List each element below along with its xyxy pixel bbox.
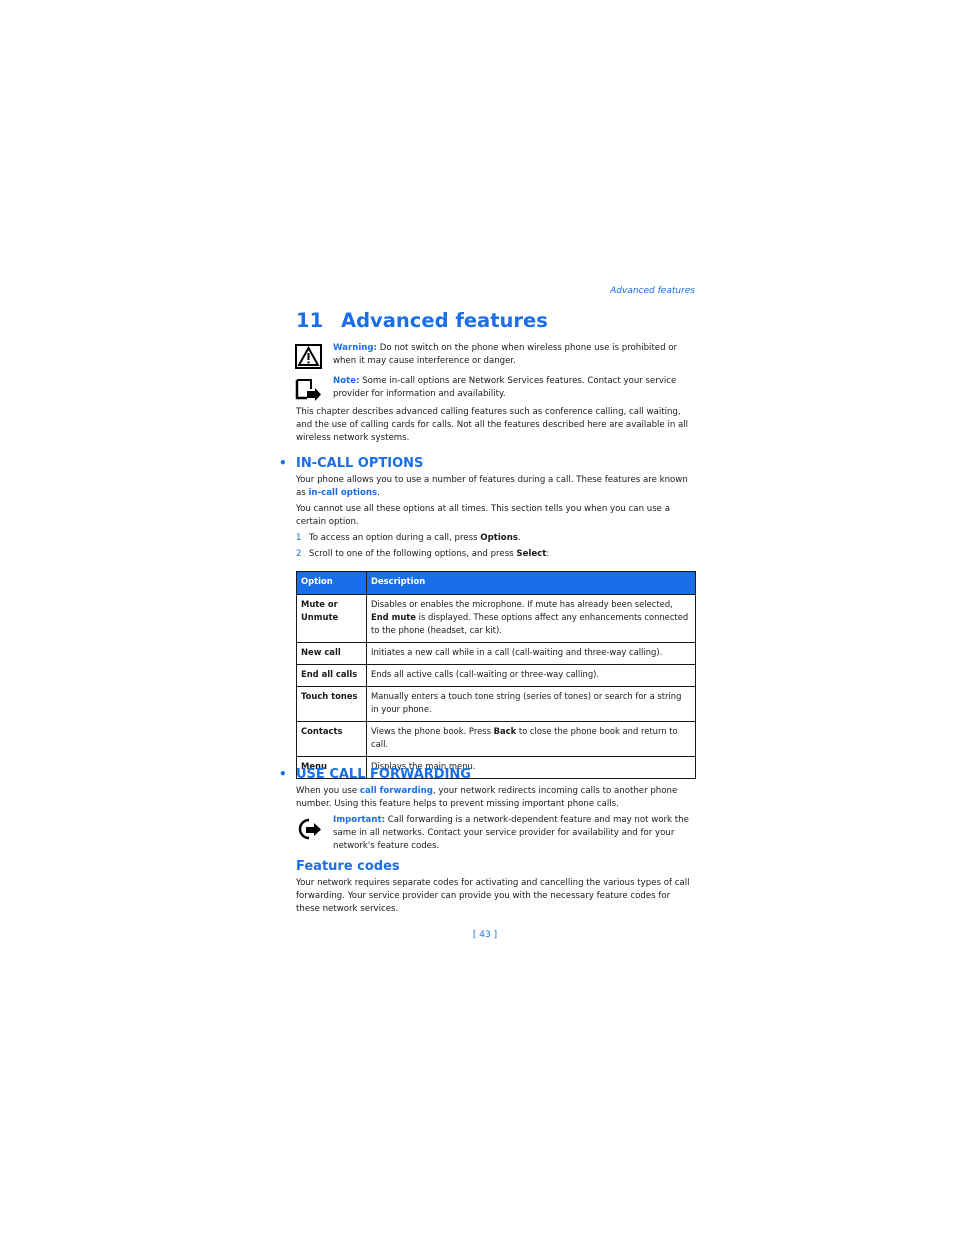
option-cell: New call: [296, 642, 367, 665]
step-number: 2: [296, 549, 302, 559]
important-notice: Important: Call forwarding is a network-…: [295, 814, 697, 854]
feature-codes-paragraph: Your network requires separate codes for…: [296, 878, 690, 915]
option-cell: Mute or Unmute: [296, 594, 367, 643]
note-label: Note:: [333, 376, 360, 386]
table-row: Mute or Unmute Disables or enables the mi…: [296, 594, 696, 643]
bullet-icon: •: [279, 456, 287, 470]
description-cell: Disables or enables the microphone. If m…: [366, 594, 696, 643]
text: Views the phone book. Press: [371, 726, 494, 736]
description-cell: Ends all active calls (call-waiting or t…: [366, 664, 696, 687]
call-forwarding-link[interactable]: call forwarding: [360, 786, 433, 796]
options-key-label: Options: [480, 533, 518, 543]
warning-notice: Warning: Do not switch on the phone when…: [295, 342, 697, 369]
note-hand-icon: [295, 377, 322, 402]
options-paragraph: You cannot use all these options at all …: [296, 504, 670, 528]
text: Back: [493, 726, 517, 736]
option-cell: End all calls: [296, 664, 367, 687]
intro-paragraph: This chapter describes advanced calling …: [296, 407, 689, 444]
table-header-row: Option Description: [296, 571, 696, 595]
option-cell: Touch tones: [296, 686, 367, 722]
step-1: 1 To access an option during a call, pres…: [296, 533, 521, 543]
text: End mute: [371, 612, 416, 622]
warning-text: Do not switch on the phone when wireless…: [333, 343, 678, 367]
step-2: 2 Scroll to one of the following options,…: [296, 549, 549, 559]
section-title-text: USE CALL FORWARDING: [296, 767, 471, 782]
section-title-use-call-forwarding: • USE CALL FORWARDING: [279, 767, 471, 782]
note-text: Some in-call options are Network Service…: [333, 376, 677, 400]
section-title-in-call-options: • IN-CALL OPTIONS: [279, 456, 423, 471]
forwarding-paragraph: When you use call forwarding, your netwo…: [296, 785, 696, 811]
text: :: [546, 549, 550, 559]
feature-codes-title: Feature codes: [296, 859, 400, 874]
chapter-number: 11: [296, 309, 324, 332]
page-number: [ 43 ]: [472, 930, 498, 940]
step-text: Scroll to one of the following options, …: [309, 549, 517, 559]
important-text: Call forwarding is a network-dependent f…: [333, 815, 689, 852]
step-text: To access an option during a call, press: [309, 533, 481, 543]
option-cell: Contacts: [296, 721, 367, 757]
in-call-paragraph: Your phone allows you to use a number of…: [296, 474, 696, 500]
text: is displayed. These options affect any e…: [371, 612, 689, 635]
step-number: 1: [296, 533, 302, 543]
text: When you use: [296, 786, 360, 796]
select-key-label: Select: [516, 549, 547, 559]
description-cell: Views the phone book. Press Back to clos…: [366, 721, 696, 757]
text: Disables or enables the microphone. If m…: [371, 599, 673, 609]
running-head: Advanced features: [610, 286, 695, 296]
text: .: [377, 488, 380, 499]
section-title-text: IN-CALL OPTIONS: [296, 456, 424, 471]
chapter-title: 11 Advanced features: [296, 309, 548, 332]
in-call-options-table: Option Description Mute or Unmute Disable…: [296, 571, 696, 779]
text: .: [517, 533, 521, 543]
column-header-option: Option: [296, 571, 367, 595]
important-hand-icon: [295, 816, 322, 841]
table-row: New call Initiates a new call while in a…: [296, 642, 696, 665]
table-row: Contacts Views the phone book. Press Bac…: [296, 721, 696, 757]
column-header-description: Description: [366, 571, 696, 595]
table-row: Touch tones Manually enters a touch tone…: [296, 686, 696, 722]
in-call-options-link[interactable]: in-call options: [308, 488, 377, 498]
table-row: End all calls Ends all active calls (cal…: [296, 664, 696, 687]
note-notice: Note: Some in-call options are Network S…: [295, 375, 697, 401]
warning-label: Warning:: [333, 343, 377, 353]
bullet-icon: •: [279, 767, 287, 781]
important-label: Important:: [333, 815, 386, 825]
warning-triangle-icon: [295, 344, 322, 369]
description-cell: Manually enters a touch tone string (ser…: [366, 686, 696, 722]
chapter-title-text: Advanced features: [341, 309, 548, 332]
description-cell: Initiates a new call while in a call (ca…: [366, 642, 696, 665]
